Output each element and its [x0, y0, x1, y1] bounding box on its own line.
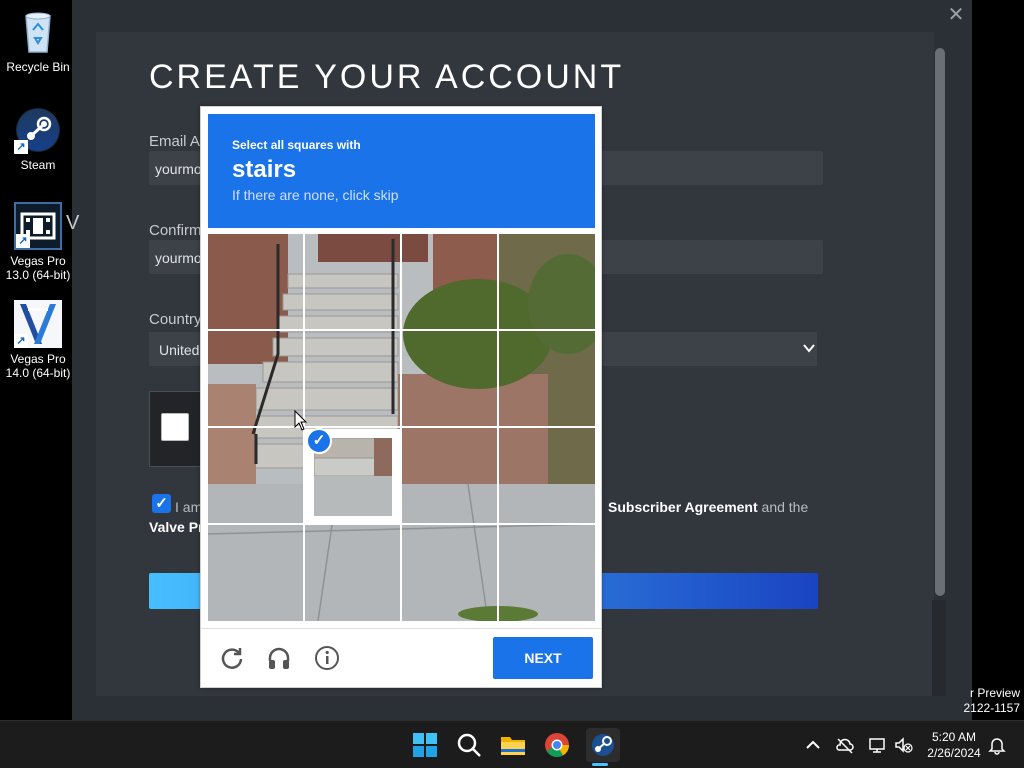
recaptcha-challenge-popup: Select all squares with stairs If there …: [200, 106, 602, 688]
chevron-up-icon[interactable]: [803, 735, 823, 755]
mouse-cursor-icon: [294, 409, 308, 432]
steam-icon: ↗: [14, 106, 62, 154]
notifications-bell-icon[interactable]: [987, 735, 1007, 755]
confirm-email-value: yourmo: [155, 250, 202, 266]
desktop-icon-label: Steam: [20, 158, 56, 172]
next-button[interactable]: NEXT: [493, 637, 593, 679]
chevron-down-icon: [802, 341, 816, 355]
challenge-image-grid: [208, 234, 595, 621]
grid-line: [208, 329, 595, 331]
desktop-icon-recycle-bin[interactable]: Recycle Bin: [4, 8, 72, 74]
chrome-icon[interactable]: [543, 731, 571, 759]
agree-and-text: and the: [761, 499, 809, 515]
desktop-icon-vegas-13[interactable]: ↗ Vegas Pro 13.0 (64-bit): [4, 202, 72, 282]
scrollbar[interactable]: [935, 48, 945, 596]
page-title: CREATE YOUR ACCOUNT: [149, 58, 625, 96]
reload-icon[interactable]: [219, 645, 245, 671]
scrollbar-track-bottom: [932, 600, 946, 696]
checkmark-icon: ✓: [306, 428, 332, 454]
file-explorer-icon[interactable]: [499, 731, 527, 759]
windows-start-icon[interactable]: [411, 731, 439, 759]
confirm-email-label: Confirm: [149, 222, 202, 239]
grid-line: [208, 523, 595, 525]
active-app-indicator: [592, 763, 608, 766]
search-icon[interactable]: [455, 731, 483, 759]
info-icon[interactable]: [314, 645, 340, 671]
desktop-icon-vegas-14[interactable]: ↗ Vegas Pro 14.0 (64-bit): [4, 300, 72, 380]
clock-time: 5:20 AM: [931, 730, 977, 744]
grid-line: [208, 426, 595, 428]
audio-icon[interactable]: [266, 645, 292, 671]
country-value: United: [159, 342, 200, 358]
challenge-subtext: If there are none, click skip: [232, 187, 399, 203]
clock[interactable]: 5:20 AM 2/26/2024: [920, 729, 988, 761]
agree-text: I am: [175, 499, 203, 515]
taskbar: 5:20 AM 2/26/2024: [0, 720, 1024, 768]
privacy-policy-link[interactable]: Valve Pr: [149, 519, 204, 535]
subscriber-agreement-link[interactable]: Subscriber Agreement: [608, 499, 758, 515]
desktop-icon-label: Vegas Pro 14.0 (64-bit): [5, 352, 71, 380]
email-value: yourmo: [155, 161, 202, 177]
partial-title-text: V: [66, 212, 80, 234]
onedrive-offline-icon[interactable]: [835, 735, 855, 755]
shortcut-arrow-icon: ↗: [14, 140, 28, 154]
clock-date: 2/26/2024: [927, 746, 981, 760]
shortcut-arrow-icon: ↗: [16, 234, 30, 248]
volume-muted-icon[interactable]: [893, 735, 913, 755]
close-icon[interactable]: ✕: [946, 4, 966, 26]
vegas-pro-14-icon: ↗: [14, 300, 62, 348]
challenge-header: Select all squares with stairs If there …: [208, 114, 595, 228]
watermark-line-1: r Preview: [969, 686, 1020, 700]
challenge-target-word: stairs: [232, 156, 297, 183]
desktop-icon-steam[interactable]: ↗ Steam: [4, 106, 72, 172]
email-label: Email Ac: [149, 133, 208, 150]
desktop-icon-label: Recycle Bin: [6, 60, 70, 74]
footer-divider: [201, 628, 601, 629]
recycle-bin-icon: [14, 8, 62, 56]
network-icon[interactable]: [867, 735, 887, 755]
country-label: Country: [149, 311, 202, 328]
vegas-pro-13-icon: ↗: [14, 202, 62, 250]
agree-checkbox[interactable]: ✓: [152, 494, 171, 513]
desktop: Recycle Bin ↗ Steam ↗ Vegas Pro 13.0 (64…: [0, 0, 1024, 720]
watermark-line-2: 2122-1157: [963, 701, 1021, 715]
agree-text-right: Subscriber Agreement and the: [608, 499, 808, 515]
steam-taskbar-icon[interactable]: [586, 728, 620, 762]
challenge-prompt: Select all squares with: [232, 138, 361, 152]
desktop-icon-label: Vegas Pro 13.0 (64-bit): [5, 254, 71, 282]
shortcut-arrow-icon: ↗: [14, 334, 28, 348]
recaptcha-checkbox[interactable]: [161, 413, 189, 441]
